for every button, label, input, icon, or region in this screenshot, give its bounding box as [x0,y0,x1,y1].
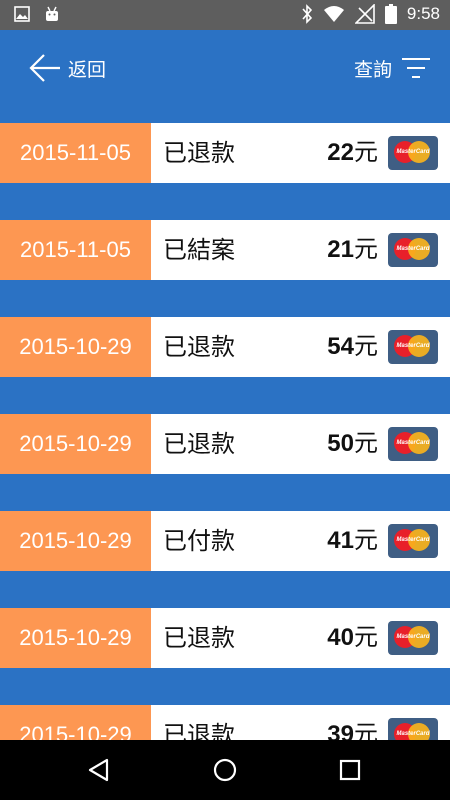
mastercard-icon: MasterCard [388,524,438,558]
back-label: 返回 [68,58,107,81]
record-amount: 21元 [327,236,378,263]
record-date: 2015-11-05 [0,123,151,183]
record-status: 已退款 [163,721,235,740]
record-status: 已付款 [163,527,235,555]
status-time: 9:58 [406,4,440,23]
record-amount: 22元 [327,139,378,166]
app-header: 返回 查詢 [0,30,450,105]
list-item[interactable]: 2015-10-29 已退款 50元 MasterCard [0,414,450,474]
mastercard-icon: MasterCard [388,718,438,740]
record-date: 2015-10-29 [0,511,151,571]
record-date: 2015-10-29 [0,317,151,377]
record-status: 已退款 [163,430,235,458]
back-triangle-icon[interactable] [85,755,115,785]
mastercard-icon: MasterCard [388,136,438,170]
back-arrow-icon [29,54,60,82]
record-amount: 40元 [327,624,378,651]
filter-icon [402,58,430,78]
mastercard-icon: MasterCard [388,621,438,655]
record-date: 2015-10-29 [0,705,151,740]
record-amount: 39元 [327,721,378,740]
record-amount: 41元 [327,527,378,554]
image-icon [14,6,30,22]
mastercard-icon: MasterCard [388,330,438,364]
query-button[interactable]: 查詢 [354,50,430,86]
bluetooth-icon [302,4,313,24]
record-status: 已退款 [163,139,235,167]
signal-icon [354,4,375,24]
back-button[interactable]: 返回 [28,50,106,86]
record-date: 2015-10-29 [0,608,151,668]
list-item[interactable]: 2015-10-29 已付款 41元 MasterCard [0,511,450,571]
recents-square-icon[interactable] [335,755,365,785]
mastercard-icon: MasterCard [388,233,438,267]
record-date: 2015-10-29 [0,414,151,474]
navigation-bar [0,740,450,800]
list-item[interactable]: 2015-10-29 已退款 54元 MasterCard [0,317,450,377]
record-status: 已退款 [163,333,235,361]
status-bar: 9:58 [0,0,450,30]
record-list[interactable]: 2015-11-05 已退款 22元 MasterCard 2015-11-05… [0,105,450,740]
record-status: 已結案 [163,236,235,264]
record-status: 已退款 [163,624,235,652]
record-amount: 50元 [327,430,378,457]
list-item[interactable]: 2015-10-29 已退款 39元 MasterCard [0,705,450,740]
wifi-icon [323,6,344,22]
home-circle-icon[interactable] [210,755,240,785]
android-icon [46,6,58,21]
mastercard-icon: MasterCard [388,427,438,461]
list-item[interactable]: 2015-10-29 已退款 40元 MasterCard [0,608,450,668]
record-date: 2015-11-05 [0,220,151,280]
record-amount: 54元 [327,333,378,360]
query-label: 查詢 [353,58,392,81]
battery-icon [384,4,397,24]
list-item[interactable]: 2015-11-05 已結案 21元 MasterCard [0,220,450,280]
list-item[interactable]: 2015-11-05 已退款 22元 MasterCard [0,123,450,183]
